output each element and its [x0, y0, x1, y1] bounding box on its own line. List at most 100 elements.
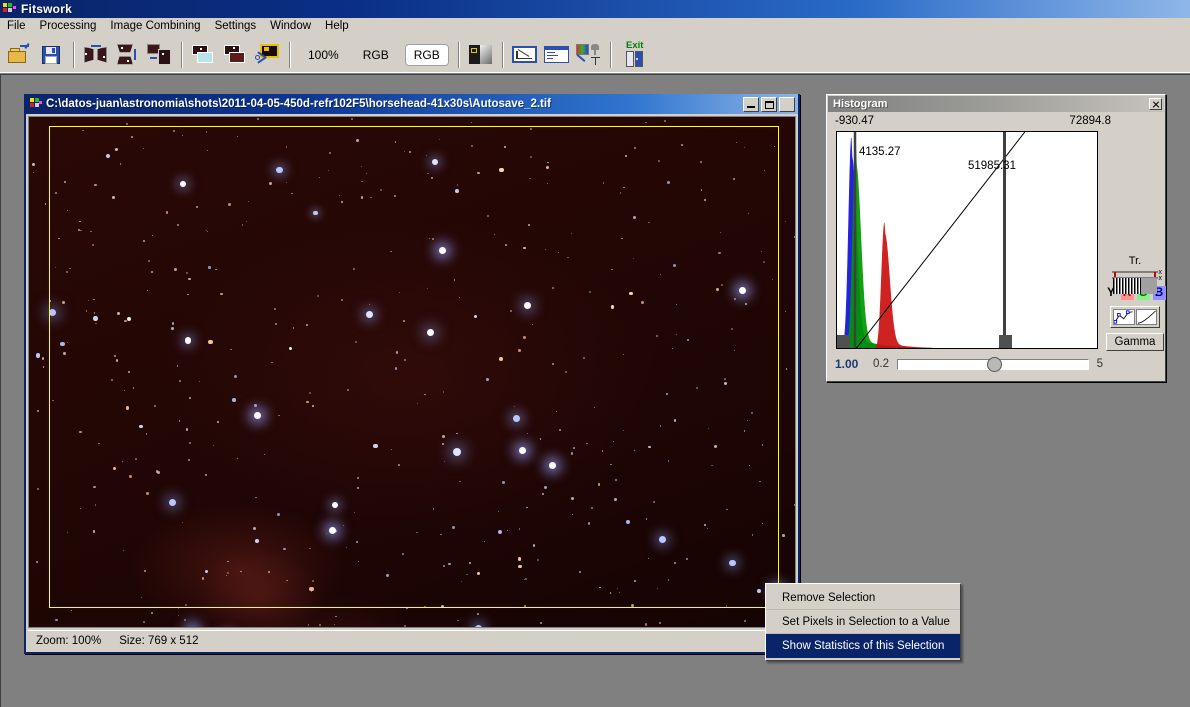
star: [609, 463, 612, 466]
open-file-button[interactable]: [5, 40, 35, 70]
star: [599, 586, 601, 589]
star: [80, 229, 82, 232]
star: [285, 146, 288, 148]
rgb-toggle-button[interactable]: RGB: [404, 43, 449, 66]
star: [761, 444, 763, 446]
star: [340, 298, 343, 301]
star: [308, 391, 311, 394]
star: [784, 220, 786, 222]
star: [502, 480, 506, 484]
menu-image-combining[interactable]: Image Combining: [103, 19, 207, 34]
star: [711, 464, 713, 466]
histogram-window-button[interactable]: [510, 40, 540, 70]
minimize-icon[interactable]: [743, 96, 759, 112]
gamma-slider-row: 1.00 0.2 5: [835, 353, 1103, 375]
star: [147, 259, 150, 262]
star: [760, 250, 762, 252]
gamma-curve-icon[interactable]: [1135, 309, 1157, 325]
star: [565, 370, 568, 373]
flip-vertical-button[interactable]: [113, 40, 143, 70]
menu-show-statistics[interactable]: Show Statistics of this Selection: [766, 634, 960, 658]
histogram-right-handle[interactable]: [999, 335, 1012, 348]
rgb-mode-label[interactable]: RGB: [355, 45, 397, 65]
menu-processing[interactable]: Processing: [33, 19, 104, 34]
gamma-slider[interactable]: [897, 356, 1089, 372]
histogram-window: Histogram -930.47 72894.8 4135.27 51985.…: [826, 94, 1166, 382]
background-flatten-button[interactable]: [189, 40, 219, 70]
star: [126, 122, 129, 125]
gamma-button[interactable]: Gamma: [1106, 333, 1164, 351]
save-file-button[interactable]: [37, 40, 67, 70]
bright-star: [254, 412, 261, 419]
star: [128, 474, 132, 478]
star: [644, 623, 647, 626]
star: [673, 419, 676, 422]
menu-file[interactable]: File: [0, 19, 33, 34]
star: [486, 214, 489, 217]
application-window: Fitswork File Processing Image Combining…: [0, 0, 1190, 707]
star: [394, 367, 398, 370]
maximize-icon[interactable]: [761, 96, 777, 112]
star: [619, 591, 621, 593]
flip-horizontal-button[interactable]: [81, 40, 111, 70]
star: [733, 178, 735, 180]
star: [442, 391, 445, 393]
image-window-body: Zoom: 100% Size: 769 x 512: [26, 114, 798, 652]
floppy-disk-save-icon: [39, 43, 65, 67]
crop-button[interactable]: [253, 40, 283, 70]
star: [277, 512, 280, 516]
color-balance-button[interactable]: [221, 40, 251, 70]
star: [353, 268, 355, 270]
astro-image: [29, 117, 795, 627]
star: [532, 544, 536, 547]
histogram-left-handle[interactable]: [837, 335, 850, 348]
star: [36, 353, 41, 358]
star: [733, 349, 735, 351]
color-picker-button[interactable]: [574, 40, 604, 70]
transfer-label: Tr.: [1128, 255, 1142, 267]
star: [782, 534, 785, 537]
star: [208, 339, 213, 345]
image-window-titlebar[interactable]: C:\datos-juan\astronomia\shots\2011-04-0…: [26, 94, 798, 114]
star: [188, 277, 191, 281]
histogram-titlebar[interactable]: Histogram: [828, 96, 1164, 112]
exit-button[interactable]: Exit: [618, 40, 652, 70]
color-picker-text-icon: [575, 43, 602, 67]
scissors-crop-icon: [255, 43, 281, 67]
zoom-level-label[interactable]: 100%: [300, 45, 347, 65]
star: [307, 624, 310, 626]
star: [215, 268, 217, 270]
spline-curve-icon[interactable]: [1113, 309, 1135, 325]
linear-scale-icon[interactable]: x: [1112, 275, 1162, 294]
range-stretch-icon[interactable]: x: [1112, 269, 1162, 288]
close-icon[interactable]: [1149, 98, 1162, 110]
star: [366, 311, 373, 318]
gamma-slider-thumb[interactable]: [987, 356, 1003, 372]
histogram-plot[interactable]: 4135.27 51985.31: [836, 131, 1098, 349]
star: [355, 541, 358, 543]
toolbar-separator: [457, 41, 460, 68]
star: [134, 458, 137, 460]
star: [716, 288, 719, 291]
star: [499, 167, 504, 173]
star: [351, 118, 353, 120]
menu-set-pixels-to-value[interactable]: Set Pixels in Selection to a Value: [766, 610, 960, 634]
star: [622, 429, 625, 431]
rotate-image-button[interactable]: [145, 40, 175, 70]
menu-help[interactable]: Help: [318, 19, 356, 34]
menu-remove-selection[interactable]: Remove Selection: [766, 586, 960, 610]
star: [318, 176, 320, 178]
grayscale-view-button[interactable]: [466, 40, 496, 70]
star: [729, 559, 736, 566]
star: [188, 459, 191, 461]
close-icon[interactable]: [779, 96, 795, 112]
menu-window[interactable]: Window: [263, 19, 318, 34]
star: [518, 564, 522, 569]
star: [174, 268, 177, 271]
menu-settings[interactable]: Settings: [208, 19, 264, 34]
statistics-window-button[interactable]: [542, 40, 572, 70]
image-canvas[interactable]: [28, 116, 796, 628]
flip-vertical-icon: [115, 43, 141, 67]
menubar: File Processing Image Combining Settings…: [0, 18, 1190, 36]
exit-label: Exit: [626, 40, 644, 51]
